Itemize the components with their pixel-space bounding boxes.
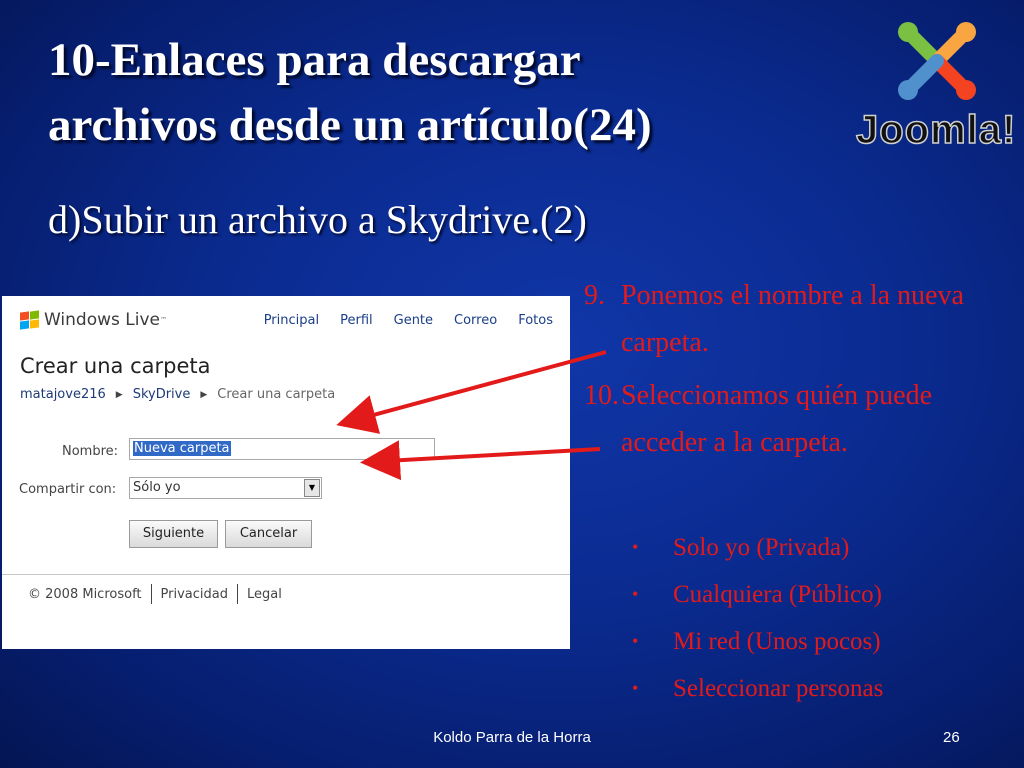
windows-live-logo[interactable]: Windows Live ™ [18,310,167,330]
bullet-icon: • [632,537,639,557]
share-label: Compartir con: [19,482,117,497]
footer-links: © 2008 Microsoft Privacidad Legal [28,584,282,604]
option-text: Seleccionar personas [673,675,884,702]
share-with-value: Sólo yo [133,480,181,495]
breadcrumb-skydrive[interactable]: SkyDrive [133,387,191,402]
trademark: ™ [160,316,168,324]
bullet-icon: • [632,584,639,604]
option-text: Solo yo (Privada) [673,534,850,561]
bullet-icon: • [632,678,639,698]
name-label: Nombre: [62,444,119,459]
breadcrumb-arrow-icon: ▶ [115,389,123,400]
footer-separator [236,584,238,604]
divider [2,574,570,575]
page-title: Crear una carpeta [20,354,211,378]
nav-fotos[interactable]: Fotos [518,313,553,328]
next-button[interactable]: Siguiente [129,520,218,548]
slide-title: 10-Enlaces para descargar archivos desde… [48,28,652,158]
privacy-link[interactable]: Privacidad [161,587,228,602]
nav-gente[interactable]: Gente [394,313,433,328]
copyright: © 2008 Microsoft [28,586,142,602]
step-10-number: 10. [584,380,619,411]
joomla-emblem-icon [898,22,976,100]
slide-title-line2: archivos desde un artículo(24) [48,98,652,151]
breadcrumb: matajove216 ▶ SkyDrive ▶ Crear una carpe… [20,387,335,402]
skydrive-screenshot: Windows Live ™ Principal Perfil Gente Cor… [2,296,570,649]
footer-separator [150,584,152,604]
footer-author: Koldo Parra de la Horra [433,729,591,746]
folder-name-value: Nueva carpeta [133,441,231,456]
nav-correo[interactable]: Correo [454,313,497,328]
joomla-logo: Joomla! [852,18,1024,153]
breadcrumb-current: Crear una carpeta [217,387,336,402]
legal-link[interactable]: Legal [247,587,282,602]
windows-live-brand: Windows Live [44,310,161,330]
slide-subtitle: d)Subir un archivo a Skydrive.(2) [48,197,587,242]
breadcrumb-user[interactable]: matajove216 [20,387,106,402]
dropdown-arrow-icon[interactable]: ▼ [304,479,320,497]
bullet-icon: • [632,631,639,651]
option-text: Mi red (Unos pocos) [673,628,881,655]
share-with-select[interactable]: Sólo yo ▼ [129,477,322,499]
nav-perfil[interactable]: Perfil [340,313,373,328]
cancel-button[interactable]: Cancelar [225,520,312,548]
top-nav: Principal Perfil Gente Correo Fotos [264,313,553,328]
step-10-text: Seleccionamos quién puede acceder a la c… [621,380,933,458]
joomla-wordmark: Joomla! [855,107,1017,153]
breadcrumb-arrow-icon: ▶ [200,389,208,400]
option-text: Cualquiera (Público) [673,581,882,608]
windows-flag-icon [18,310,40,330]
step-9-text: Ponemos el nombre a la nueva carpeta. [621,280,964,358]
folder-name-input[interactable]: Nueva carpeta [129,438,435,460]
nav-principal[interactable]: Principal [264,313,319,328]
slide-title-line1: 10-Enlaces para descargar [48,34,581,86]
page-number: 26 [943,729,960,746]
step-9-number: 9. [584,280,605,311]
